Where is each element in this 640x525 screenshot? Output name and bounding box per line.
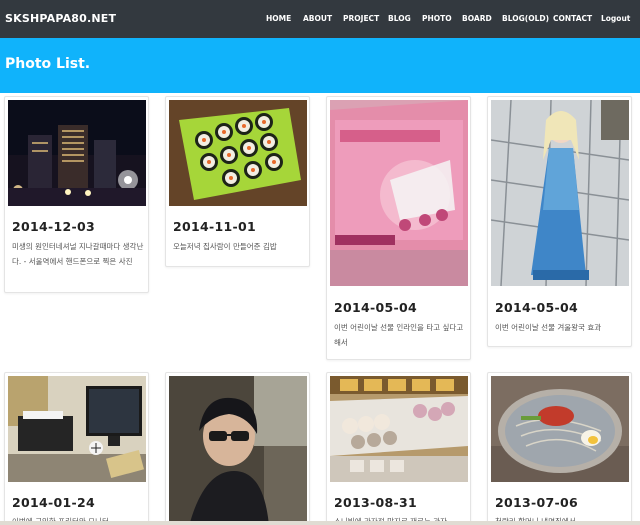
photo-card[interactable]: [165, 372, 310, 525]
nav-board[interactable]: BOARD: [462, 14, 492, 23]
photo-description: 이번 어린이날 선물 인라인을 타고 싶다고 해서: [334, 323, 464, 347]
photo-description: 오늘저녁 집사람이 만들어준 김밥: [173, 242, 277, 251]
nav-blog-old[interactable]: BLOG(OLD): [502, 14, 549, 23]
page-header: Photo List.: [0, 38, 640, 93]
photo-thumbnail[interactable]: [330, 376, 468, 482]
photo-date: 2014-11-01: [173, 219, 256, 234]
site-brand[interactable]: SKSHPAPA80.NET: [5, 12, 116, 25]
photo-thumbnail[interactable]: [330, 100, 468, 286]
photo-date: 2014-05-04: [495, 300, 578, 315]
photo-description: 미생의 원인터네셔널 지나갈때마다 생각난다. - 서울역에서 핸드폰으로 찍은…: [12, 242, 144, 266]
photo-date: 2013-07-06: [495, 495, 578, 510]
photo-date: 2014-01-24: [12, 495, 95, 510]
page-title: Photo List.: [5, 56, 91, 72]
photo-thumbnail[interactable]: [169, 376, 307, 525]
top-navbar: SKSHPAPA80.NET HOME ABOUT PROJECT BLOG P…: [0, 0, 640, 38]
nav-photo[interactable]: PHOTO: [422, 14, 452, 23]
nav-project[interactable]: PROJECT: [343, 14, 379, 23]
photo-thumbnail[interactable]: [8, 100, 146, 206]
nav-blog[interactable]: BLOG: [388, 14, 411, 23]
bottom-divider: [0, 521, 640, 525]
nav-home[interactable]: HOME: [266, 14, 291, 23]
photo-card[interactable]: 2013-08-31 소니빌에 과자전 맛지로 재료는 과자: [326, 372, 471, 525]
photo-date: 2014-05-04: [334, 300, 417, 315]
nav-contact[interactable]: CONTACT: [553, 14, 592, 23]
photo-card[interactable]: 2014-11-01 오늘저녁 집사람이 만들어준 김밥: [165, 96, 310, 267]
photo-card[interactable]: 2014-05-04 이번 어린이날 선물 인라인을 타고 싶다고 해서: [326, 96, 471, 360]
photo-date: 2014-12-03: [12, 219, 95, 234]
nav-about[interactable]: ABOUT: [303, 14, 332, 23]
photo-card[interactable]: 2014-12-03 미생의 원인터네셔널 지나갈때마다 생각난다. - 서울역…: [4, 96, 149, 293]
photo-description: 이번 어린이날 선물 겨울왕국 효과: [495, 323, 602, 332]
photo-card[interactable]: 2014-01-24 이번에 구입한 프린터와 모니터: [4, 372, 149, 525]
photo-thumbnail[interactable]: [491, 376, 629, 482]
photo-card[interactable]: 2014-05-04 이번 어린이날 선물 겨울왕국 효과: [487, 96, 632, 347]
photo-thumbnail[interactable]: [8, 376, 146, 482]
photo-card[interactable]: 2013-07-06 청량리 할머니 냉면집에서: [487, 372, 632, 525]
photo-thumbnail[interactable]: [491, 100, 629, 286]
nav-logout[interactable]: Logout: [601, 14, 630, 23]
photo-date: 2013-08-31: [334, 495, 417, 510]
photo-thumbnail[interactable]: [169, 100, 307, 206]
